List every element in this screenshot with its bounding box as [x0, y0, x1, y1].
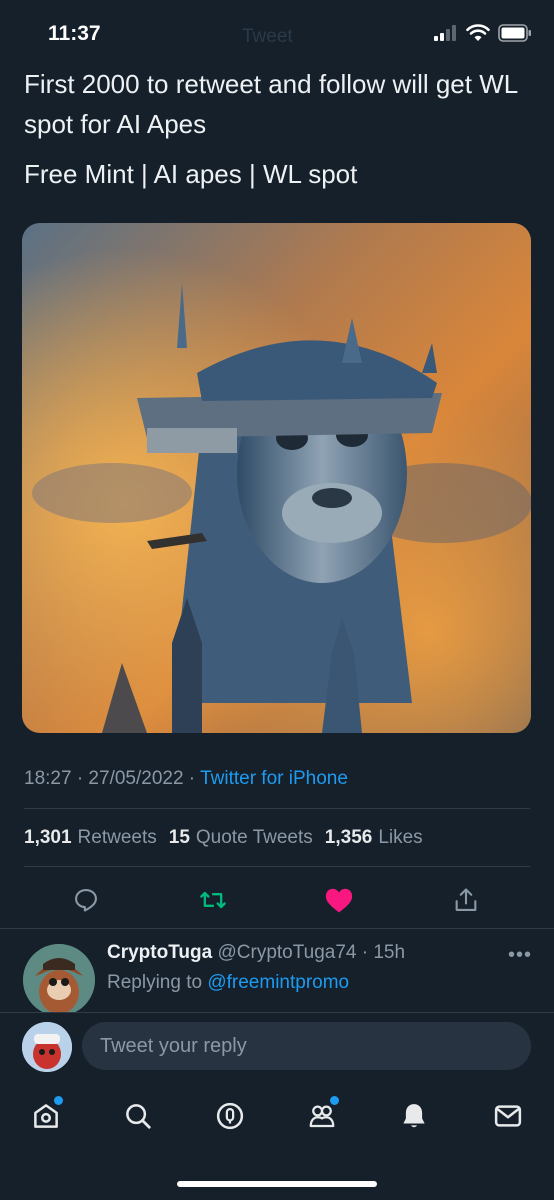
reply-icon — [75, 889, 97, 912]
tab-communities[interactable] — [300, 1094, 344, 1138]
retweet-icon — [200, 891, 226, 909]
quote-tweets-stat[interactable]: 15 Quote Tweets — [169, 827, 313, 849]
divider — [24, 808, 530, 809]
likes-stat[interactable]: 1,356 Likes — [325, 827, 423, 849]
share-button[interactable] — [444, 878, 488, 922]
retweets-count: 1,301 — [24, 827, 72, 848]
user-avatar-image — [22, 1022, 72, 1072]
likes-count: 1,356 — [324, 827, 373, 848]
more-options-icon[interactable]: ••• — [508, 944, 532, 967]
tweet-source-link[interactable]: Twitter for iPhone — [200, 768, 348, 789]
share-icon — [455, 888, 477, 911]
replying-to: Replying to @freemintpromo — [107, 972, 349, 994]
tweet-media-image[interactable] — [22, 223, 531, 733]
likes-label: Likes — [378, 827, 423, 848]
timestamp-text: 18:27 · 27/05/2022 · — [24, 768, 201, 789]
wifi-icon — [466, 24, 490, 41]
replying-to-prefix: Replying to — [107, 972, 208, 993]
reply-author[interactable]: CryptoTuga @CryptoTuga74 · 15h — [107, 942, 405, 964]
tab-search[interactable] — [116, 1094, 160, 1138]
like-icon — [325, 888, 353, 913]
communities-icon — [309, 1105, 335, 1128]
tab-notifications[interactable] — [392, 1094, 436, 1138]
messages-icon — [494, 1105, 522, 1127]
search-icon — [126, 1104, 151, 1129]
tweet-text: First 2000 to retweet and follow will ge… — [24, 69, 518, 139]
tweet-timestamp: 18:27 · 27/05/2022 · Twitter for iPhone — [24, 768, 348, 790]
replying-to-handle[interactable]: @freemintpromo — [207, 972, 349, 993]
reply-author-handle: @CryptoTuga74 · 15h — [212, 942, 406, 963]
tab-home[interactable] — [24, 1094, 68, 1138]
like-button[interactable] — [317, 878, 361, 922]
reply-avatar-image — [23, 944, 95, 1016]
reply-button[interactable] — [64, 878, 108, 922]
notification-dot — [54, 1096, 63, 1105]
quote-tweets-count: 15 — [168, 827, 190, 848]
tweet-actions — [0, 878, 554, 922]
home-icon — [34, 1104, 58, 1128]
notifications-icon — [403, 1104, 425, 1128]
divider — [0, 928, 554, 929]
tweet-text-secondary: Free Mint | AI apes | WL spot — [24, 159, 358, 189]
reply-author-name: CryptoTuga — [107, 942, 213, 963]
header-title-faded: Tweet — [242, 26, 293, 47]
status-icons — [434, 24, 532, 42]
notification-dot — [330, 1096, 339, 1105]
cellular-signal-icon — [434, 25, 456, 41]
retweet-button[interactable] — [191, 878, 235, 922]
retweets-stat[interactable]: 1,301 Retweets — [24, 827, 157, 849]
tab-spaces[interactable] — [208, 1094, 252, 1138]
reply-input-placeholder: Tweet your reply — [100, 1035, 247, 1057]
tweet-stats: 1,301 Retweets 15 Quote Tweets 1,356 Likes — [24, 827, 423, 849]
battery-icon — [498, 24, 531, 42]
divider — [24, 866, 530, 867]
reply-input[interactable]: Tweet your reply — [82, 1022, 531, 1070]
tab-messages[interactable] — [486, 1094, 530, 1138]
spaces-icon — [216, 1102, 244, 1130]
retweets-label: Retweets — [77, 827, 157, 848]
ai-ape-artwork — [22, 223, 531, 733]
avatar[interactable] — [22, 1022, 72, 1072]
quote-tweets-label: Quote Tweets — [195, 827, 313, 848]
home-indicator[interactable] — [177, 1181, 377, 1187]
status-time: 11:37 — [48, 22, 101, 45]
avatar[interactable] — [23, 944, 95, 1016]
